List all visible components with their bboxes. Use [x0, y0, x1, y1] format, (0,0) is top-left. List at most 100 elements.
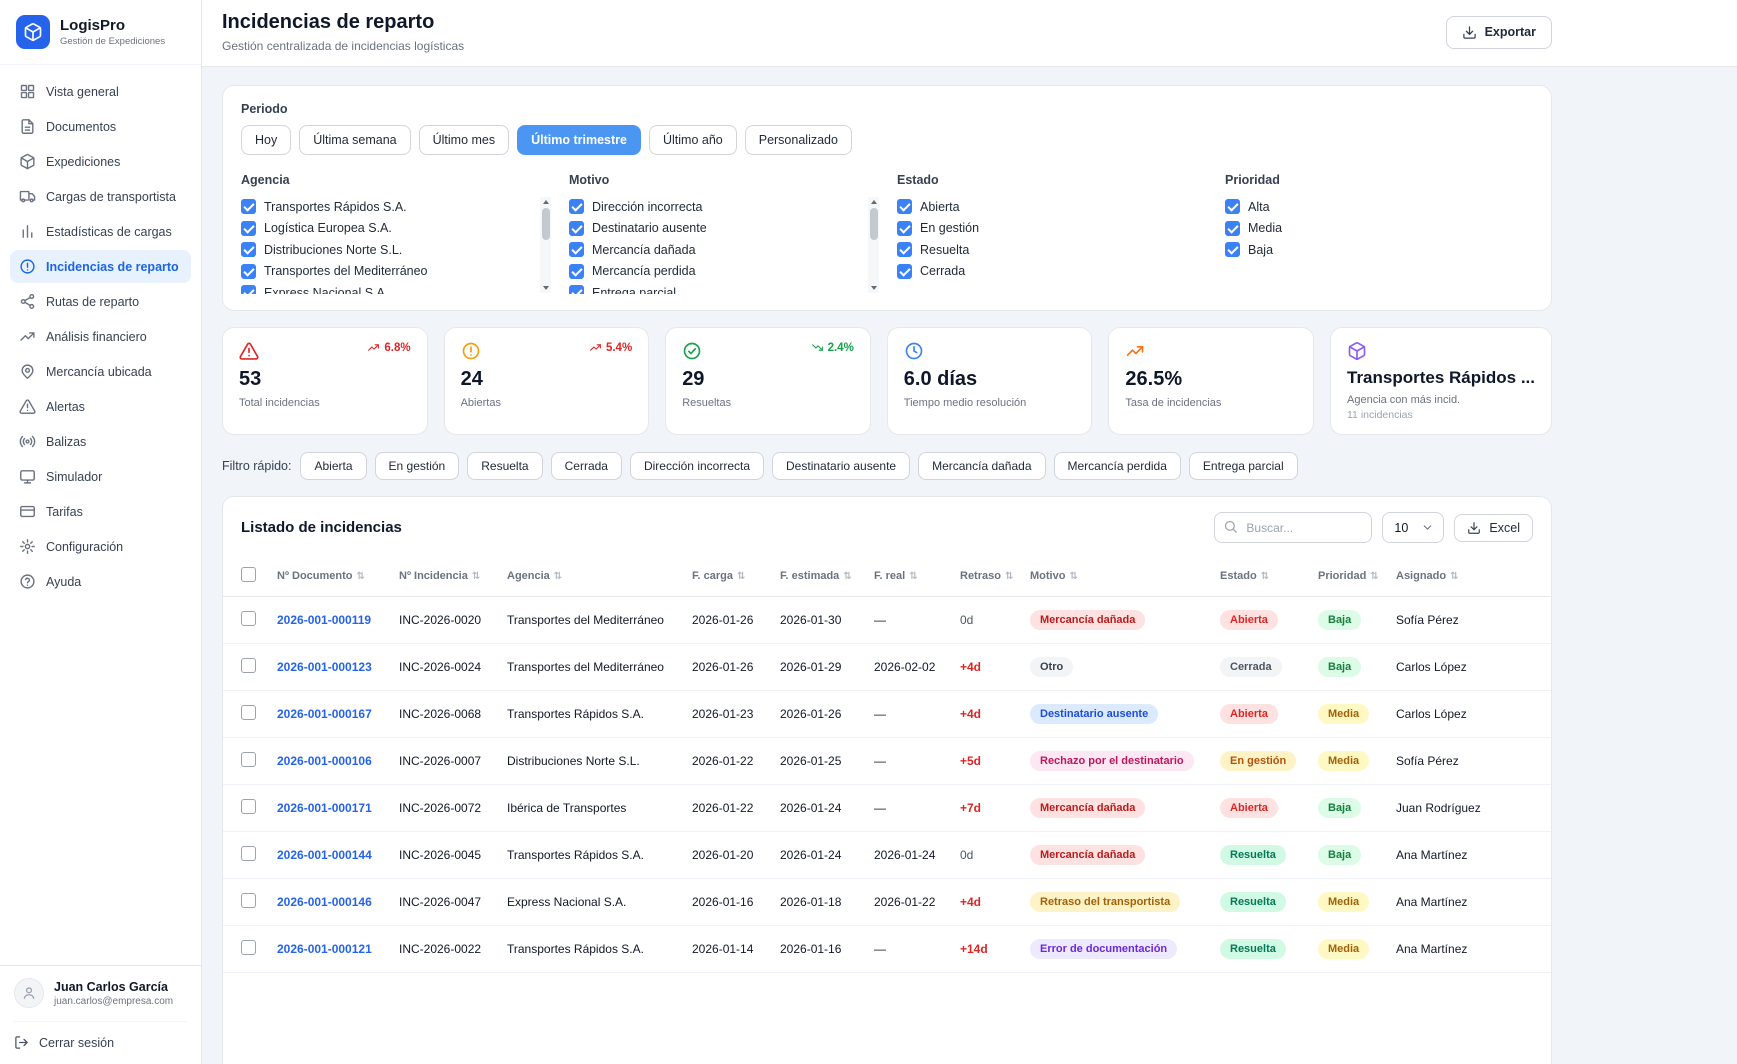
document-link[interactable]: 2026-001-000146 [277, 895, 372, 909]
scroll-down-arrow[interactable] [868, 283, 879, 293]
row-checkbox[interactable] [241, 893, 256, 908]
checkbox[interactable] [241, 285, 256, 294]
column-header-f-real[interactable]: F. real⇅ [866, 556, 952, 597]
filter-option-entrega-parcial[interactable]: Entrega parcial [569, 282, 861, 294]
filter-option-transportes-del-mediterraneo[interactable]: Transportes del Mediterráneo [241, 261, 533, 283]
column-header-f-carga[interactable]: F. carga⇅ [684, 556, 772, 597]
checkbox[interactable] [241, 242, 256, 257]
scroll-thumb[interactable] [542, 208, 550, 240]
column-header-n-documento[interactable]: Nº Documento⇅ [269, 556, 391, 597]
period-button-personalizado[interactable]: Personalizado [745, 125, 852, 155]
scroll-up-arrow[interactable] [540, 197, 551, 207]
filter-option-destinatario-ausente[interactable]: Destinatario ausente [569, 218, 861, 240]
filter-option-distribuciones-norte-s-l[interactable]: Distribuciones Norte S.L. [241, 239, 533, 261]
sidebar-item-incidencias-de-reparto[interactable]: Incidencias de reparto [10, 250, 191, 283]
sidebar-item-expediciones[interactable]: Expediciones [10, 145, 191, 178]
sidebar-item-simulador[interactable]: Simulador [10, 460, 191, 493]
checkbox[interactable] [1225, 242, 1240, 257]
checkbox[interactable] [569, 221, 584, 236]
document-link[interactable]: 2026-001-000144 [277, 848, 372, 862]
quick-filter-direccion-incorrecta[interactable]: Dirección incorrecta [630, 452, 764, 480]
filter-option-resuelta[interactable]: Resuelta [897, 239, 1225, 261]
checkbox[interactable] [897, 221, 912, 236]
checkbox[interactable] [897, 242, 912, 257]
quick-filter-en-gestion[interactable]: En gestión [375, 452, 460, 480]
filter-option-en-gestion[interactable]: En gestión [897, 218, 1225, 240]
column-header-asignado[interactable]: Asignado⇅ [1388, 556, 1552, 597]
sort-icon[interactable]: ⇅ [909, 571, 917, 582]
column-header-prioridad[interactable]: Prioridad⇅ [1310, 556, 1388, 597]
row-checkbox[interactable] [241, 752, 256, 767]
checkbox[interactable] [569, 242, 584, 257]
scroll-thumb[interactable] [870, 208, 878, 240]
column-header-agencia[interactable]: Agencia⇅ [499, 556, 684, 597]
column-header-retraso[interactable]: Retraso⇅ [952, 556, 1022, 597]
checkbox[interactable] [1225, 221, 1240, 236]
document-link[interactable]: 2026-001-000123 [277, 660, 372, 674]
checkbox[interactable] [241, 264, 256, 279]
page-size-select[interactable]: 10 [1382, 512, 1444, 543]
row-checkbox[interactable] [241, 658, 256, 673]
sort-icon[interactable]: ⇅ [843, 571, 851, 582]
quick-filter-abierta[interactable]: Abierta [300, 452, 366, 480]
checkbox[interactable] [241, 221, 256, 236]
sort-icon[interactable]: ⇅ [357, 571, 365, 582]
sidebar-item-configuracion[interactable]: Configuración [10, 530, 191, 563]
scrollbar[interactable] [540, 197, 551, 293]
scroll-down-arrow[interactable] [540, 283, 551, 293]
document-link[interactable]: 2026-001-000121 [277, 942, 372, 956]
checkbox[interactable] [569, 285, 584, 294]
filter-option-media[interactable]: Media [1225, 218, 1533, 240]
sidebar-item-balizas[interactable]: Balizas [10, 425, 191, 458]
scroll-up-arrow[interactable] [868, 197, 879, 207]
export-button[interactable]: Exportar [1446, 16, 1552, 49]
quick-filter-destinatario-ausente[interactable]: Destinatario ausente [772, 452, 910, 480]
filter-option-mercancia-danada[interactable]: Mercancía dañada [569, 239, 861, 261]
column-header-motivo[interactable]: Motivo⇅ [1022, 556, 1212, 597]
filter-option-express-nacional-s-a[interactable]: Express Nacional S.A. [241, 282, 533, 294]
row-checkbox[interactable] [241, 705, 256, 720]
excel-button[interactable]: Excel [1454, 514, 1533, 542]
filter-option-alta[interactable]: Alta [1225, 196, 1533, 218]
filter-option-baja[interactable]: Baja [1225, 239, 1533, 261]
row-checkbox[interactable] [241, 799, 256, 814]
period-button-ultimo-trimestre[interactable]: Último trimestre [517, 125, 641, 155]
quick-filter-resuelta[interactable]: Resuelta [467, 452, 542, 480]
sidebar-item-estadisticas-de-cargas[interactable]: Estadísticas de cargas [10, 215, 191, 248]
sort-icon[interactable]: ⇅ [1450, 571, 1458, 582]
sidebar-item-mercancia-ubicada[interactable]: Mercancía ubicada [10, 355, 191, 388]
quick-filter-mercancia-danada[interactable]: Mercancía dañada [918, 452, 1045, 480]
period-button-ultimo-ano[interactable]: Último año [649, 125, 737, 155]
checkbox[interactable] [897, 264, 912, 279]
sidebar-item-documentos[interactable]: Documentos [10, 110, 191, 143]
period-button-ultima-semana[interactable]: Última semana [299, 125, 410, 155]
sidebar-item-ayuda[interactable]: Ayuda [10, 565, 191, 598]
sidebar-item-vista-general[interactable]: Vista general [10, 75, 191, 108]
checkbox[interactable] [241, 199, 256, 214]
document-link[interactable]: 2026-001-000167 [277, 707, 372, 721]
document-link[interactable]: 2026-001-000171 [277, 801, 372, 815]
sidebar-item-tarifas[interactable]: Tarifas [10, 495, 191, 528]
quick-filter-mercancia-perdida[interactable]: Mercancía perdida [1054, 452, 1181, 480]
sort-icon[interactable]: ⇅ [472, 571, 480, 582]
sort-icon[interactable]: ⇅ [737, 571, 745, 582]
checkbox[interactable] [1225, 199, 1240, 214]
sort-icon[interactable]: ⇅ [1069, 571, 1077, 582]
column-header-estado[interactable]: Estado⇅ [1212, 556, 1310, 597]
quick-filter-entrega-parcial[interactable]: Entrega parcial [1189, 452, 1298, 480]
column-header-f-estimada[interactable]: F. estimada⇅ [772, 556, 866, 597]
row-checkbox[interactable] [241, 940, 256, 955]
filter-option-logistica-europea-s-a[interactable]: Logística Europea S.A. [241, 218, 533, 240]
filter-option-direccion-incorrecta[interactable]: Dirección incorrecta [569, 196, 861, 218]
quick-filter-cerrada[interactable]: Cerrada [551, 452, 622, 480]
checkbox[interactable] [569, 264, 584, 279]
row-checkbox[interactable] [241, 611, 256, 626]
document-link[interactable]: 2026-001-000106 [277, 754, 372, 768]
scrollbar[interactable] [868, 197, 879, 293]
sidebar-item-alertas[interactable]: Alertas [10, 390, 191, 423]
sort-icon[interactable]: ⇅ [1261, 571, 1269, 582]
sort-icon[interactable]: ⇅ [1005, 571, 1013, 582]
sidebar-item-rutas-de-reparto[interactable]: Rutas de reparto [10, 285, 191, 318]
filter-option-cerrada[interactable]: Cerrada [897, 261, 1225, 283]
filter-option-transportes-rapidos-s-a[interactable]: Transportes Rápidos S.A. [241, 196, 533, 218]
